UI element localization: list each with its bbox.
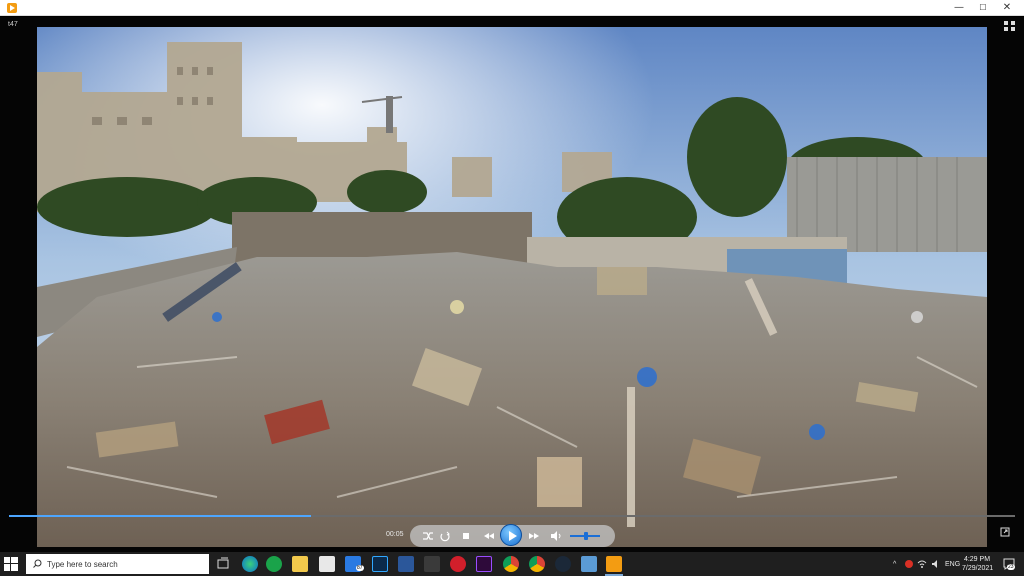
file-explorer-icon[interactable] xyxy=(292,556,308,572)
title-bar[interactable]: — ☐ ✕ xyxy=(0,0,1024,16)
edge-browser-icon[interactable] xyxy=(242,556,258,572)
word-icon[interactable] xyxy=(398,556,414,572)
taskbar-search-input[interactable]: Type here to search xyxy=(26,554,209,574)
app-icon[interactable] xyxy=(581,556,597,572)
volume-slider-thumb[interactable] xyxy=(584,532,588,540)
previous-icon[interactable] xyxy=(482,529,496,543)
store-icon[interactable] xyxy=(319,556,335,572)
elapsed-time: 00:05 xyxy=(386,531,404,538)
media-title: t47 xyxy=(8,21,18,28)
downloads-icon[interactable] xyxy=(424,556,440,572)
media-player-app-icon xyxy=(7,3,17,13)
seek-bar-progress xyxy=(9,515,311,517)
tray-antivirus-icon[interactable] xyxy=(905,560,913,568)
speaker-icon[interactable] xyxy=(931,559,941,569)
taskbar-clock[interactable]: 4:29 PM 7/29/2021 xyxy=(962,555,994,573)
maximize-button[interactable]: ☐ xyxy=(971,0,995,16)
wifi-icon[interactable] xyxy=(917,559,927,569)
media-player-taskbar-icon[interactable] xyxy=(606,556,622,572)
fullscreen-icon[interactable] xyxy=(1000,527,1010,537)
chrome-profile-icon[interactable] xyxy=(529,556,545,572)
next-icon[interactable] xyxy=(527,529,541,543)
clock-time: 4:29 PM xyxy=(963,556,991,563)
whatsapp-icon[interactable] xyxy=(266,556,282,572)
switch-to-library-icon[interactable] xyxy=(1004,21,1016,31)
photoshop-icon[interactable] xyxy=(372,556,388,572)
volume-icon[interactable] xyxy=(549,529,563,543)
repeat-icon[interactable] xyxy=(438,529,452,543)
play-button[interactable] xyxy=(500,524,522,546)
task-view-icon[interactable] xyxy=(215,556,231,572)
search-icon xyxy=(33,559,42,568)
clock-date: 7/29/2021 xyxy=(962,565,994,572)
search-placeholder: Type here to search xyxy=(47,560,118,569)
video-frame[interactable] xyxy=(37,27,987,547)
steam-icon[interactable] xyxy=(555,556,571,572)
player-area[interactable]: t47 00:05 xyxy=(0,17,1024,552)
seek-bar[interactable] xyxy=(9,515,1015,517)
close-button[interactable]: ✕ xyxy=(995,0,1019,16)
taskbar: Type here to search 87 ^ ENG 4:29 PM 7/2… xyxy=(0,552,1024,576)
notification-badge: 23 xyxy=(1007,564,1015,570)
stop-icon[interactable] xyxy=(459,529,473,543)
shuffle-icon[interactable] xyxy=(421,529,435,543)
mail-badge: 87 xyxy=(356,565,364,571)
windows-start-icon[interactable] xyxy=(4,557,18,571)
media-player-window: — ☐ ✕ t47 00:05 xyxy=(0,0,1024,552)
language-indicator[interactable]: ENG xyxy=(945,552,960,576)
premiere-icon[interactable] xyxy=(476,556,492,572)
chrome-icon[interactable] xyxy=(503,556,519,572)
minimize-button[interactable]: — xyxy=(947,0,971,16)
opera-icon[interactable] xyxy=(450,556,466,572)
tray-chevron-icon[interactable]: ^ xyxy=(893,552,896,576)
